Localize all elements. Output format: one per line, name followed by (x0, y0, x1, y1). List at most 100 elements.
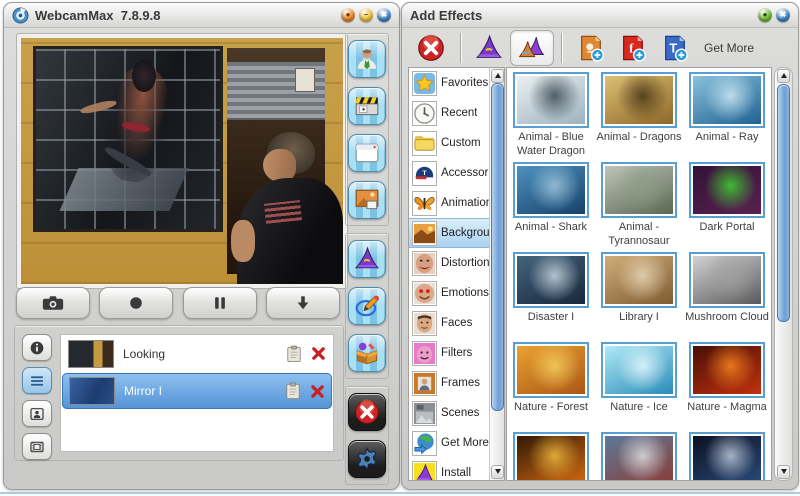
playlist-panel: Looking Mirror I (14, 325, 344, 461)
effect-item[interactable] (596, 432, 682, 480)
category-label: Background (441, 227, 490, 239)
effect-label: Animal - Dragons (596, 131, 682, 143)
save-button[interactable] (265, 287, 340, 319)
effect-item[interactable]: Dark Portal (684, 162, 770, 252)
effect-thumbnail[interactable] (513, 342, 589, 398)
effect-item[interactable]: Animal - Dragons (596, 72, 682, 162)
doodling-button[interactable] (348, 287, 386, 325)
multi-effect-button[interactable] (510, 30, 562, 66)
category-item[interactable]: Install (409, 458, 490, 480)
effect-item[interactable]: Library I (596, 252, 682, 342)
settings-button[interactable] (348, 440, 386, 478)
category-item[interactable]: Animations (409, 188, 490, 218)
playlist-item[interactable]: Looking (61, 335, 333, 372)
scroll-thumb[interactable] (491, 83, 504, 411)
playlist-item[interactable]: Mirror I (62, 373, 332, 409)
pause-button[interactable] (182, 287, 257, 319)
add-text-button[interactable]: T (654, 31, 696, 65)
effect-item[interactable]: Disaster I (508, 252, 594, 342)
category-item[interactable]: Background (409, 218, 490, 248)
properties-icon[interactable] (285, 382, 301, 400)
effect-thumbnail[interactable] (689, 252, 765, 308)
effect-thumbnail[interactable] (513, 252, 589, 308)
effect-item[interactable]: Mushroom Cloud (684, 252, 770, 342)
effect-item[interactable] (508, 432, 594, 480)
close-button[interactable]: ✖ (377, 8, 391, 22)
effect-item[interactable]: Animal - Shark (508, 162, 594, 252)
stop-effects-button[interactable] (348, 393, 386, 431)
effects-scrollbar[interactable] (774, 67, 793, 481)
effect-thumbnail[interactable] (601, 162, 677, 218)
category-item[interactable]: Scenes (409, 398, 490, 428)
close-button[interactable]: ✖ (776, 8, 790, 22)
category-item[interactable]: Filters (409, 338, 490, 368)
effect-thumbnail[interactable] (601, 432, 677, 480)
record-button[interactable] (99, 287, 174, 319)
webcammax-titlebar[interactable]: WebcamMax 7.8.9.8 ● – ✖ (4, 3, 399, 28)
effect-thumbnail[interactable] (513, 72, 589, 128)
add-effects-titlebar[interactable]: Add Effects ● ✖ (402, 3, 798, 28)
effect-thumbnail[interactable] (689, 432, 765, 480)
effect-thumbnail[interactable] (513, 432, 589, 480)
delete-icon[interactable] (311, 346, 326, 361)
goodies-button[interactable] (348, 334, 386, 372)
category-item[interactable]: Frames (409, 368, 490, 398)
blank-source-button[interactable] (348, 134, 386, 172)
effects-button[interactable] (348, 240, 386, 278)
scroll-up-arrow[interactable] (491, 69, 504, 83)
scroll-down-arrow[interactable] (777, 465, 790, 479)
single-effect-button[interactable] (468, 31, 510, 65)
pin-button[interactable]: ● (758, 8, 772, 22)
tray-button[interactable]: ● (341, 8, 355, 22)
picture-view-button[interactable] (22, 400, 52, 427)
category-item[interactable]: Distortions (409, 248, 490, 278)
effect-thumbnail[interactable] (601, 252, 677, 308)
category-icon (412, 250, 437, 276)
playlist-list[interactable]: Looking Mirror I (60, 334, 334, 452)
add-flash-button[interactable]: f (612, 31, 654, 65)
category-item[interactable]: Emotions (409, 278, 490, 308)
video-source-button[interactable] (348, 87, 386, 125)
scroll-thumb[interactable] (777, 84, 790, 322)
info-button[interactable] (22, 334, 52, 361)
category-item[interactable]: Recent (409, 98, 490, 128)
effect-thumbnail[interactable] (601, 342, 677, 398)
category-item[interactable]: Faces (409, 308, 490, 338)
effect-item[interactable] (684, 432, 770, 480)
effect-item[interactable]: Animal - Ray (684, 72, 770, 162)
effect-item[interactable]: Nature - Forest (508, 342, 594, 432)
category-item[interactable]: T Accessories (409, 158, 490, 188)
scroll-up-arrow[interactable] (777, 69, 790, 83)
effect-thumbnail[interactable] (689, 162, 765, 218)
properties-icon[interactable] (286, 345, 302, 363)
effect-item[interactable]: Nature - Magma (684, 342, 770, 432)
category-list[interactable]: Favorites Recent Custom T Accessories Animati… (409, 68, 490, 480)
effect-item[interactable]: Animal - Blue Water Dragon (508, 72, 594, 162)
scroll-down-arrow[interactable] (491, 465, 504, 479)
category-scrollbar[interactable] (489, 68, 504, 480)
picture-in-picture-button[interactable] (348, 181, 386, 219)
get-more-label[interactable]: Get More (704, 41, 754, 55)
effect-item[interactable]: Nature - Ice (596, 342, 682, 432)
webcam-source-button[interactable] (348, 40, 386, 78)
add-picture-button[interactable] (570, 31, 612, 65)
effects-grid[interactable]: Animal - Blue Water Dragon Animal - Drago… (507, 68, 771, 480)
category-label: Emotions (441, 287, 489, 299)
effect-thumbnail[interactable] (689, 342, 765, 398)
list-view-button[interactable] (22, 367, 52, 394)
clear-effects-button[interactable] (410, 31, 461, 65)
effect-thumbnail[interactable] (689, 72, 765, 128)
titlebar-buttons: ● – ✖ (341, 8, 391, 22)
category-item[interactable]: Custom (409, 128, 490, 158)
playlist-label: Looking (123, 346, 166, 361)
effect-thumbnail[interactable] (513, 162, 589, 218)
category-item[interactable]: Get More (409, 428, 490, 458)
effect-thumbnail[interactable] (601, 72, 677, 128)
effect-item[interactable]: Animal - Tyrannosaur (596, 162, 682, 252)
category-item[interactable]: Favorites (409, 68, 490, 98)
playlist-view-buttons (22, 334, 52, 460)
video-view-button[interactable] (22, 433, 52, 460)
snapshot-button[interactable] (16, 287, 90, 319)
delete-icon[interactable] (310, 384, 325, 399)
minimize-button[interactable]: – (359, 8, 373, 22)
